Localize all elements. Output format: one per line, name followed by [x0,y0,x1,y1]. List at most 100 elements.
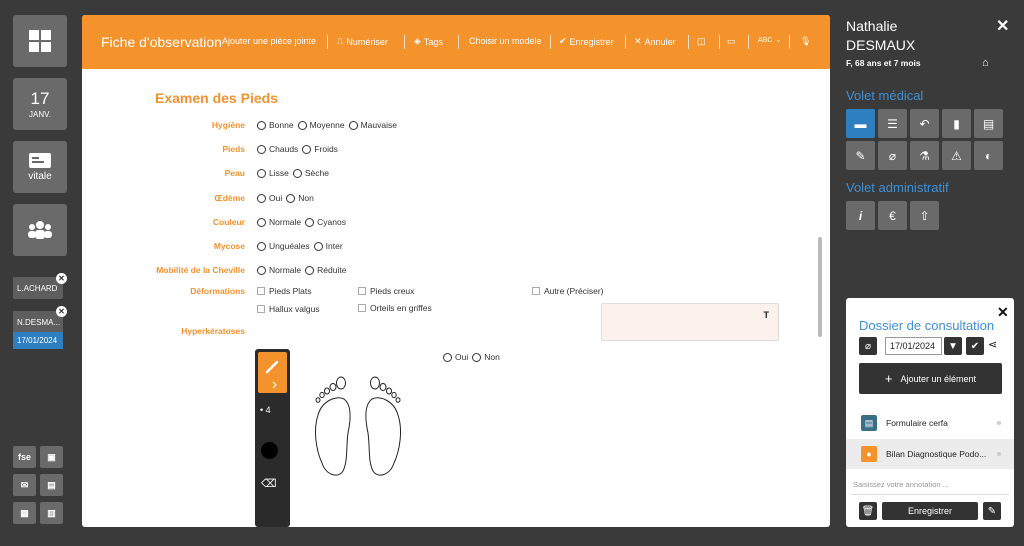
plus-icon: + [884,371,893,386]
radio-option[interactable]: Bonne [257,120,294,130]
radio-option[interactable]: Oui [257,193,282,203]
trash-icon[interactable]: 🗑 [859,502,877,520]
pills-icon[interactable]: ◐ [974,141,1003,170]
list-item[interactable]: ▤ Formulaire cerfa [846,408,1014,438]
upload-icon[interactable]: ⇧ [910,201,939,230]
add-attachment-button[interactable]: Ajouter une pièce jointe [222,36,316,46]
checkbox[interactable]: Pieds Plats [257,286,312,296]
radio-option[interactable]: Unguéales [257,241,310,251]
brush-size[interactable]: • 4 [260,405,271,415]
date-field[interactable]: 17/01/2024 [885,337,942,355]
status-dot [997,421,1001,425]
mail-icon[interactable]: ✉ [13,474,36,496]
list-icon[interactable]: ☰ [878,109,907,138]
checkbox[interactable]: Autre (Préciser) [532,286,604,296]
annotation-input[interactable]: Saisissez votre annotation ... [853,480,949,489]
radio-option[interactable]: Inter [313,241,343,251]
euro-icon[interactable]: € [878,201,907,230]
choose-model-button[interactable]: Choisir un modele [469,36,542,46]
brush-tool[interactable] [258,352,287,393]
laptop-icon[interactable]: ▭ [727,36,736,47]
undo-icon[interactable]: ↶ [910,109,939,138]
clipboard-icon[interactable]: ▤ [974,109,1003,138]
magic-wand-icon[interactable]: ✎ [846,141,875,170]
patient-info: F, 68 ans et 7 mois [846,58,921,68]
alarm-icon[interactable]: ⚠ [942,141,971,170]
observation-sheet: Fiche d'observation Ajouter une pièce jo… [82,15,830,527]
text-format-icon[interactable]: T [764,310,770,320]
checkbox[interactable]: Pieds creux [358,286,414,296]
close-icon[interactable]: ✕ [56,306,67,317]
tag-icon: ◈ [414,36,421,46]
radio-option[interactable]: Normale [257,217,301,227]
color-swatch[interactable] [261,442,278,459]
close-icon[interactable]: ✕ [56,273,67,284]
scrollbar[interactable] [818,237,822,337]
radio-group: Unguéales Inter [257,241,351,251]
chevron-down-icon: ⌄ [775,37,782,44]
microscope-icon[interactable]: ⚗ [910,141,939,170]
radio-option[interactable]: Lisse [257,168,289,178]
radio-group: Normale Réduite [257,265,351,275]
document-icon[interactable]: ▤ [40,474,63,496]
printer-icon[interactable]: ▣ [40,446,63,468]
check-icon[interactable]: ✔ [966,337,984,355]
checkbox[interactable]: Orteils en griffes [358,303,432,313]
radio-option[interactable]: Réduite [305,265,346,275]
section-title-medical: Volet médical [846,88,924,103]
vitale-card-button[interactable]: vitale [13,141,67,193]
add-element-button[interactable]: + Ajouter un élément [859,363,1002,394]
spellcheck-button[interactable]: ABC ⌄ [758,36,782,45]
stats-icon[interactable]: ▥ [40,502,63,524]
preview-icon[interactable]: ◫ [697,36,706,47]
cancel-button[interactable]: ✕ Annuler [634,36,676,47]
divider [851,494,1009,495]
apps-grid-button[interactable] [13,15,67,67]
save-button[interactable]: Enregistrer [882,502,978,520]
tags-button[interactable]: ◈ Tags [414,36,443,47]
divider [789,35,790,49]
close-icon[interactable]: ✕ [997,304,1009,321]
radio-option[interactable]: Cyanos [305,217,346,227]
radio-group: Oui Non [443,352,504,362]
paperclip-icon[interactable]: ⌀ [878,141,907,170]
row-label: Peau [224,168,245,178]
share-icon[interactable]: ⋖ [988,338,997,351]
chevron-down-icon[interactable]: ▼ [944,337,962,355]
attachment-icon[interactable]: ⌀ [859,337,877,355]
radio-option[interactable]: Moyenne [297,120,345,130]
radio-option[interactable]: Non [472,352,500,362]
patients-button[interactable] [13,204,67,256]
divider [688,35,689,49]
eraser-icon[interactable]: ⌫ [261,477,277,490]
info-icon[interactable]: i [846,201,875,230]
microphone-icon[interactable]: 🎙 [800,36,811,47]
chart-icon[interactable]: ▮ [942,109,971,138]
fse-button[interactable]: fse [13,446,36,468]
divider [719,35,720,49]
precision-textarea[interactable]: T [601,303,779,341]
calculator-icon[interactable]: ▦ [13,502,36,524]
scan-button[interactable]: ⎍ Numériser [337,36,388,47]
radio-option[interactable]: Mauvaise [348,120,397,130]
close-icon[interactable]: ✕ [996,16,1009,36]
divider [625,35,626,49]
checkbox[interactable]: Hallux valgus [257,304,320,314]
summary-icon[interactable]: ▬ [846,109,875,138]
feet-drawing-canvas[interactable] [310,375,406,481]
calendar-button[interactable]: 17 JANV. [13,78,67,130]
radio-option[interactable]: Froids [302,144,338,154]
edit-icon[interactable]: ✎ [983,502,1001,520]
radio-option[interactable]: Oui [443,352,468,362]
patient-folder-tab-active[interactable]: N.DESMA... [13,311,63,333]
radio-option[interactable]: Non [286,193,314,203]
edit-icon[interactable]: ⌂ [982,57,989,69]
radio-option[interactable]: Normale [257,265,301,275]
list-item[interactable]: ● Bilan Diagnostique Podo... [846,439,1014,469]
radio-option[interactable]: Chauds [257,144,298,154]
row-label: Hyperkératoses [181,326,245,336]
folder-date: 17/01/2024 [13,332,63,349]
divider [550,35,551,49]
radio-option[interactable]: Sèche [292,168,329,178]
save-button[interactable]: ✔ Enregistrer [559,36,614,47]
